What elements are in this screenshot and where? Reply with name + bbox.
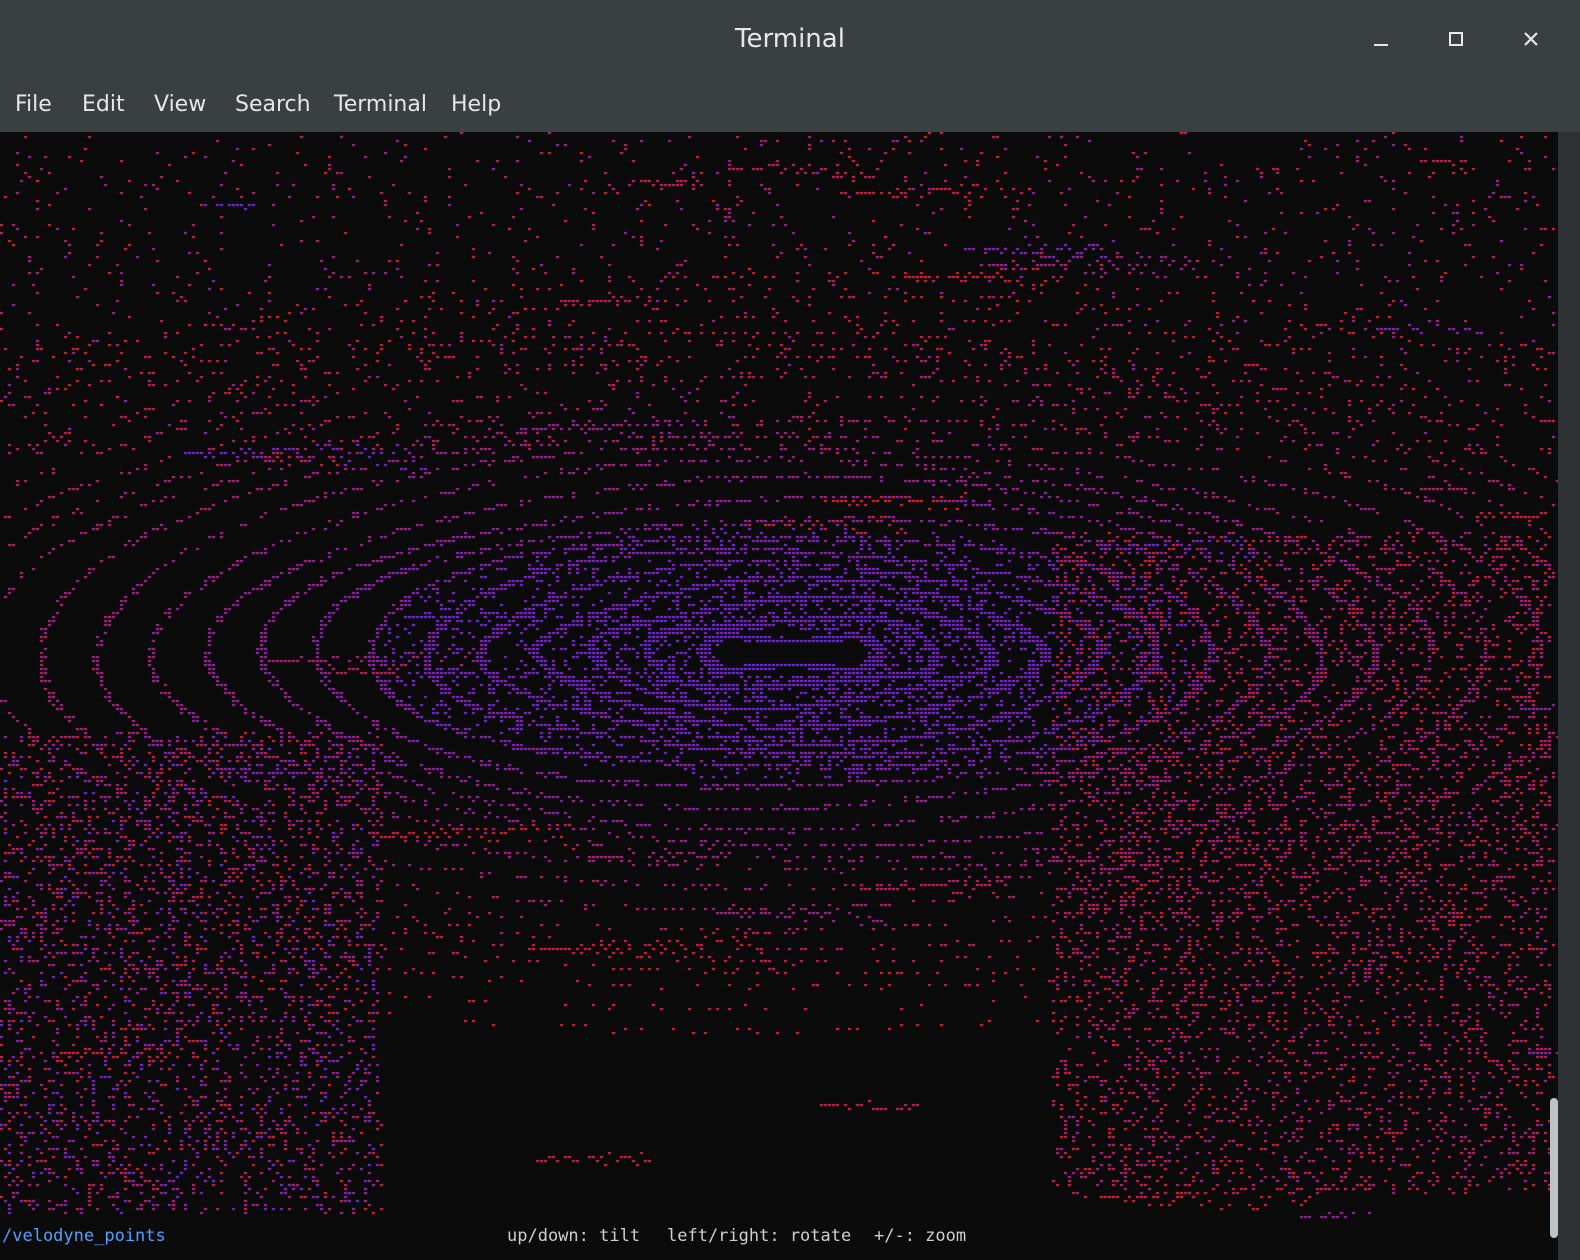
terminal-output[interactable]: /velodyne_points up/down: tilt left/righ… [0, 132, 1558, 1260]
menu-help[interactable]: Help [451, 78, 501, 132]
menu-edit[interactable]: Edit [82, 78, 125, 132]
terminal-window: Terminal File Edit View Search Terminal … [0, 0, 1580, 1260]
menu-view[interactable]: View [154, 78, 206, 132]
scrollbar-thumb[interactable] [1550, 1098, 1558, 1238]
topic-label: /velodyne_points [2, 1226, 166, 1246]
zoom-hint: +/-: zoom [874, 1226, 967, 1246]
scrollbar-track[interactable] [1558, 132, 1580, 1260]
title-bar[interactable]: Terminal [0, 0, 1580, 78]
window-title: Terminal [735, 24, 845, 54]
close-icon[interactable] [1512, 20, 1550, 58]
rotate-hint: left/right: rotate [667, 1226, 852, 1246]
minimize-icon[interactable] [1362, 20, 1400, 58]
menu-bar: File Edit View Search Terminal Help [0, 78, 1580, 132]
menu-terminal[interactable]: Terminal [334, 78, 427, 132]
menu-file[interactable]: File [15, 78, 52, 132]
maximize-icon[interactable] [1437, 20, 1475, 58]
point-cloud-view [0, 132, 1558, 1222]
tilt-hint: up/down: tilt [507, 1226, 641, 1246]
menu-search[interactable]: Search [235, 78, 311, 132]
terminal-status-line: /velodyne_points up/down: tilt left/righ… [0, 1226, 1558, 1252]
